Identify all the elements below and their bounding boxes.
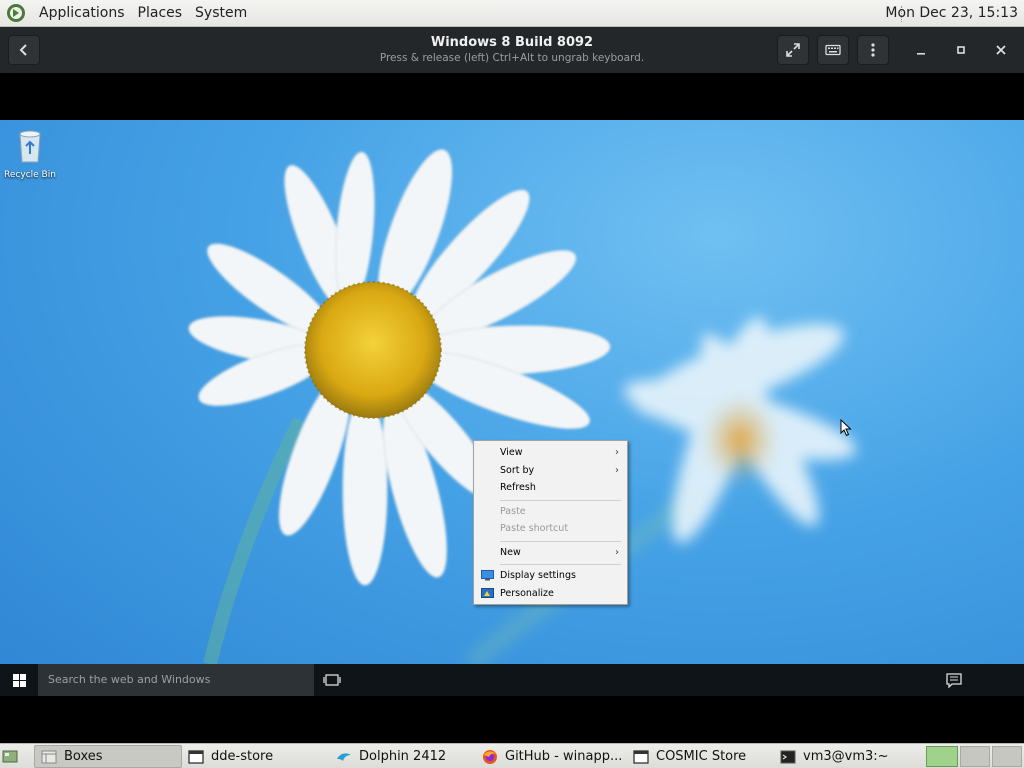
minimize-button[interactable] bbox=[906, 35, 936, 65]
fullscreen-icon bbox=[786, 43, 800, 57]
personalize-icon bbox=[481, 587, 494, 598]
boxes-header-bar: Windows 8 Build 8092 Press & release (le… bbox=[0, 27, 1024, 73]
workspace-1-active[interactable] bbox=[926, 746, 958, 767]
keyboard-button[interactable] bbox=[817, 35, 849, 65]
menu-item-label: Paste bbox=[500, 505, 526, 517]
panel-menu-bar: Applications Places System bbox=[6, 0, 247, 26]
window-icon bbox=[633, 749, 649, 764]
menu-separator bbox=[500, 499, 621, 501]
menu-item-view[interactable]: View › bbox=[474, 444, 627, 462]
menu-item-label: Refresh bbox=[500, 482, 536, 493]
maximize-icon bbox=[957, 46, 965, 54]
menu-item-label: Paste shortcut bbox=[500, 523, 569, 534]
task-dde-store[interactable]: dde-store bbox=[188, 745, 328, 768]
close-icon bbox=[996, 45, 1006, 55]
menu-separator bbox=[500, 564, 621, 565]
workspace-2[interactable] bbox=[960, 746, 990, 767]
menu-item-label: New bbox=[500, 546, 521, 558]
task-view-icon[interactable] bbox=[322, 672, 342, 688]
menu-item-sort-by[interactable]: Sort by › bbox=[474, 462, 627, 480]
back-button[interactable] bbox=[8, 35, 40, 65]
task-terminal[interactable]: vm3@vm3:~ bbox=[780, 745, 910, 768]
taskbar-search-box[interactable]: Search the web and Windows bbox=[38, 664, 314, 696]
window-subtitle: Press & release (left) Ctrl+Alt to ungra… bbox=[379, 52, 645, 64]
windows-logo-icon bbox=[12, 673, 26, 687]
task-label: GitHub - winapp... bbox=[505, 749, 623, 764]
task-cosmic-store[interactable]: COSMIC Store bbox=[633, 745, 771, 768]
menu-item-display-settings[interactable]: Display settings bbox=[474, 567, 627, 585]
task-label: Dolphin 2412 bbox=[359, 749, 447, 764]
menu-item-label: Sort by bbox=[500, 464, 535, 476]
recycle-bin[interactable]: Recycle Bin bbox=[2, 126, 58, 180]
system-menu[interactable]: System bbox=[195, 5, 247, 21]
windows-taskbar: Search the web and Windows bbox=[0, 664, 1024, 696]
submenu-arrow-icon: › bbox=[615, 447, 619, 458]
close-button[interactable] bbox=[986, 35, 1016, 65]
mouse-cursor-icon bbox=[840, 419, 852, 437]
terminal-icon bbox=[780, 750, 796, 763]
action-center-icon[interactable] bbox=[945, 672, 963, 688]
vm-display[interactable]: Recycle Bin View › Sort by › Refresh Pas… bbox=[0, 120, 1024, 696]
menu-item-label: Display settings bbox=[500, 570, 576, 581]
submenu-arrow-icon: › bbox=[615, 546, 619, 558]
display-settings-icon bbox=[481, 570, 494, 581]
top-panel: Applications Places System Mon Dec 23, 1… bbox=[0, 0, 1024, 27]
menu-item-personalize[interactable]: Personalize bbox=[474, 585, 627, 603]
firefox-icon bbox=[483, 749, 497, 764]
task-label: COSMIC Store bbox=[656, 749, 747, 764]
maximize-button[interactable] bbox=[946, 35, 976, 65]
keyboard-icon bbox=[825, 44, 841, 56]
menu-item-new[interactable]: New › bbox=[474, 544, 627, 562]
recycle-bin-icon bbox=[19, 130, 41, 163]
dolphin-icon bbox=[337, 752, 351, 761]
desktop-context-menu: View › Sort by › Refresh Paste Paste sho… bbox=[473, 440, 628, 605]
show-desktop-icon bbox=[2, 750, 18, 762]
menu-item-paste: Paste bbox=[474, 503, 627, 521]
panel-clock[interactable]: Mon Dec 23, 15:13 bbox=[885, 0, 1018, 27]
menu-item-label: View bbox=[500, 447, 523, 458]
back-arrow-icon bbox=[19, 44, 27, 56]
task-label: dde-store bbox=[211, 749, 274, 764]
workspace-3[interactable] bbox=[992, 746, 1022, 767]
menu-button[interactable] bbox=[857, 35, 889, 65]
menu-item-paste-shortcut: Paste shortcut bbox=[474, 520, 627, 538]
submenu-arrow-icon: › bbox=[615, 464, 619, 476]
show-desktop-button[interactable] bbox=[2, 745, 24, 768]
applications-menu[interactable]: Applications bbox=[39, 5, 125, 21]
boxes-app-icon bbox=[41, 750, 57, 763]
menu-item-refresh[interactable]: Refresh bbox=[474, 479, 627, 497]
fullscreen-button[interactable] bbox=[777, 35, 809, 65]
menu-item-label: Personalize bbox=[500, 587, 554, 599]
recycle-bin-label: Recycle Bin bbox=[4, 170, 56, 180]
task-label: Boxes bbox=[64, 749, 103, 764]
places-menu[interactable]: Places bbox=[138, 5, 183, 21]
bottom-panel: Boxes dde-store Dolphin 2412 GitHub - wi… bbox=[0, 743, 1024, 768]
window-icon bbox=[188, 749, 204, 764]
task-boxes[interactable]: Boxes bbox=[34, 745, 182, 768]
start-button[interactable] bbox=[0, 664, 38, 696]
minimize-icon bbox=[917, 53, 925, 55]
menu-dots-icon bbox=[871, 43, 875, 57]
menu-separator bbox=[500, 540, 621, 542]
task-github-firefox[interactable]: GitHub - winapp... bbox=[482, 745, 628, 768]
task-label: vm3@vm3:~ bbox=[803, 749, 889, 764]
distro-logo-icon[interactable] bbox=[6, 3, 26, 23]
task-dolphin[interactable]: Dolphin 2412 bbox=[336, 745, 472, 768]
window-title: Windows 8 Build 8092 bbox=[430, 35, 594, 50]
